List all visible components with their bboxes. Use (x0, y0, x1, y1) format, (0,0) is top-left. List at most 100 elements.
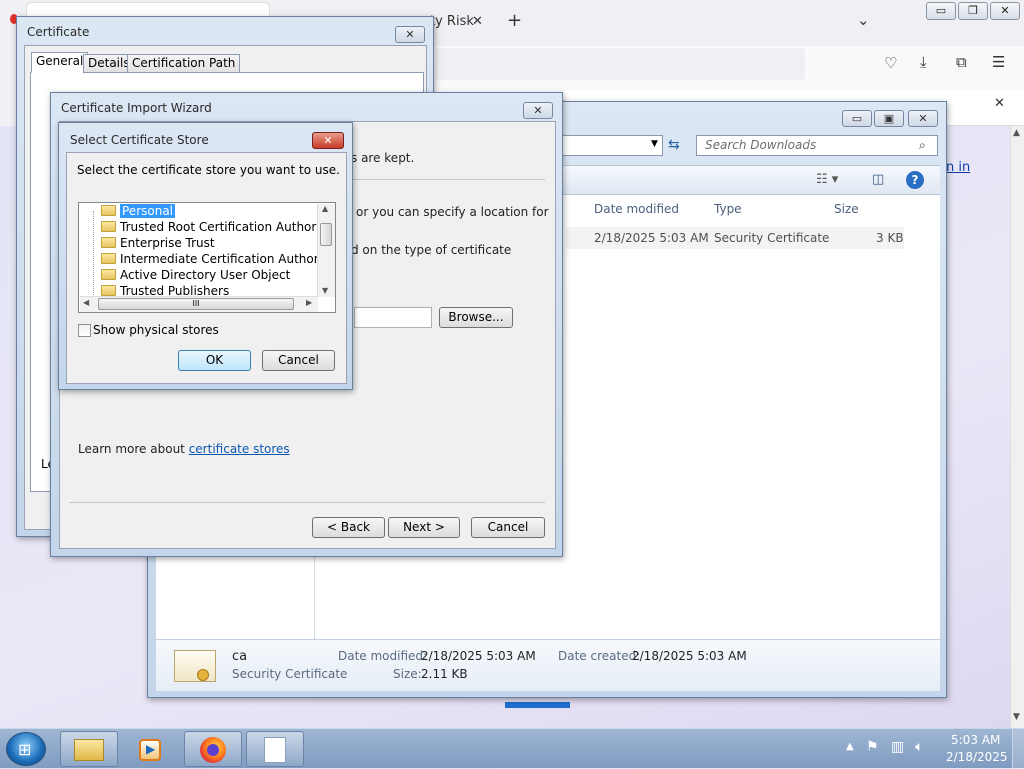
seal-icon (197, 669, 209, 681)
tab-certification-path[interactable]: Certification Path (127, 54, 241, 73)
store-item-enterprise-trust[interactable]: Enterprise Trust (101, 236, 215, 252)
view-options-icon[interactable]: ☷ ▾ (816, 172, 838, 187)
column-date-modified[interactable]: Date modified (594, 202, 679, 216)
back-button[interactable]: < Back (312, 517, 385, 538)
scroll-down-icon[interactable]: ▼ (1013, 712, 1020, 722)
scroll-thumb[interactable]: III (98, 298, 294, 310)
tree-horizontal-scrollbar[interactable]: ◀ III ▶ (80, 296, 318, 312)
details-pane: ca Security Certificate Date modified: 2… (156, 639, 940, 691)
store-item-label: Active Directory User Object (120, 268, 291, 282)
show-hidden-icons[interactable]: ▲ (846, 741, 854, 752)
store-tree[interactable]: Personal Trusted Root Certification Auth… (78, 202, 336, 313)
help-icon[interactable]: ? (906, 171, 924, 189)
certificate-file-icon (174, 650, 216, 682)
scroll-thumb[interactable] (320, 223, 332, 246)
minimize-button[interactable]: ▭ (926, 2, 956, 20)
close-icon: ✕ (918, 112, 928, 125)
folder-icon (101, 285, 116, 296)
file-type: Security Certificate (714, 231, 830, 245)
column-type[interactable]: Type (714, 202, 742, 216)
chevron-down-icon[interactable]: ▼ (651, 139, 658, 149)
pocket-icon[interactable]: ♡ (884, 56, 897, 71)
wizard-close-button[interactable]: ✕ (523, 102, 553, 119)
next-button-label: Next > (403, 520, 445, 534)
store-item-intermediate[interactable]: Intermediate Certification Authorities (101, 252, 335, 268)
learn-more-label: Learn more about (78, 442, 189, 456)
scroll-up-icon[interactable]: ▲ (1013, 128, 1020, 138)
start-button[interactable]: ⊞ (6, 732, 46, 766)
explorer-maximize-button[interactable]: ▣ (874, 110, 904, 127)
column-size[interactable]: Size (834, 202, 859, 216)
store-item-active-directory[interactable]: Active Directory User Object (101, 268, 290, 284)
tree-vertical-scrollbar[interactable]: ▲ ▼ (317, 204, 335, 297)
details-size-label: Size: (393, 667, 422, 681)
preview-pane-icon[interactable]: ◫ (872, 172, 884, 187)
scroll-up-icon[interactable]: ▲ (322, 204, 328, 213)
close-icon: ✕ (533, 104, 543, 117)
tab-list-icon[interactable]: ⌄ (857, 13, 870, 28)
taskbar-firefox[interactable] (184, 731, 242, 767)
wizard-text-specify: or you can specify a location for (356, 205, 549, 219)
clock-date[interactable]: 2/18/2025 (946, 750, 1008, 764)
scroll-down-icon[interactable]: ▼ (322, 286, 328, 295)
url-bar[interactable] (435, 48, 805, 80)
store-cancel-button[interactable]: Cancel (262, 350, 335, 371)
maximize-icon: ▣ (883, 112, 895, 125)
volume-muted-icon[interactable]: 🔈︎ (915, 739, 923, 755)
explorer-minimize-button[interactable]: ▭ (842, 110, 872, 127)
taskbar-document[interactable] (246, 731, 304, 767)
minimize-icon: ▭ (935, 4, 947, 17)
wizard-cancel-button[interactable]: Cancel (471, 517, 545, 538)
sign-in-link[interactable]: n in (946, 160, 970, 175)
next-button[interactable]: Next > (388, 517, 460, 538)
tab-details-label: Details (88, 56, 130, 70)
clock-time[interactable]: 5:03 AM (951, 733, 1000, 747)
refresh-icon[interactable]: ⇆ (668, 137, 680, 153)
search-input[interactable]: Search Downloads ⌕ (696, 135, 938, 156)
file-size: 3 KB (876, 231, 904, 245)
downloads-icon[interactable]: ⤓ (920, 55, 927, 70)
close-tab-icon[interactable]: ✕ (472, 15, 483, 28)
restore-button[interactable]: ❐ (958, 2, 988, 20)
tab-title[interactable]: ty Risk (430, 14, 474, 29)
certificate-close-button[interactable]: ✕ (395, 26, 425, 43)
store-item-personal[interactable]: Personal (101, 204, 176, 220)
restore-icon: ❐ (968, 4, 978, 17)
select-store-dialog: Select Certificate Store ✕ Select the ce… (58, 122, 353, 390)
explorer-close-button[interactable]: ✕ (908, 110, 938, 127)
search-placeholder: Search Downloads (705, 138, 817, 152)
scroll-left-icon[interactable]: ◀ (83, 298, 89, 307)
browse-button[interactable]: Browse... (439, 307, 513, 328)
action-center-flag-icon[interactable]: ⚑ (866, 739, 879, 755)
page-scrollbar[interactable]: ▲ ▼ (1010, 126, 1024, 728)
show-physical-checkbox[interactable] (78, 324, 91, 337)
tab-general[interactable]: General (31, 52, 89, 73)
new-tab-icon[interactable]: + (507, 12, 522, 30)
folder-icon (101, 221, 116, 232)
close-icon: ✕ (405, 28, 415, 41)
scroll-right-icon[interactable]: ▶ (306, 298, 312, 307)
store-cancel-label: Cancel (278, 353, 319, 367)
network-icon[interactable]: ▥ (891, 739, 904, 755)
show-desktop-button[interactable] (1012, 729, 1024, 769)
menu-icon[interactable]: ☰ (992, 55, 1005, 70)
details-created-label: Date created: (558, 649, 641, 663)
show-physical-label[interactable]: Show physical stores (93, 323, 219, 337)
store-dialog-close-button[interactable]: ✕ (312, 132, 344, 149)
address-bar[interactable]: ▼ (558, 135, 663, 156)
progress-indicator (505, 702, 570, 708)
store-item-label: Personal (120, 204, 176, 218)
details-size-value: 2.11 KB (421, 667, 468, 681)
folder-icon (101, 269, 116, 280)
certificate-stores-link[interactable]: certificate stores (189, 442, 290, 456)
store-item-trusted-root[interactable]: Trusted Root Certification Authorities (101, 220, 335, 236)
ok-button[interactable]: OK (178, 350, 251, 371)
notification-close-icon[interactable]: ✕ (994, 97, 1005, 110)
file-date: 2/18/2025 5:03 AM (594, 231, 709, 245)
taskbar-media-player[interactable]: ▶ (122, 731, 180, 767)
extensions-icon[interactable]: ⧉ (956, 55, 967, 70)
wizard-text-type: d on the type of certificate (351, 243, 512, 257)
close-button[interactable]: ✕ (990, 2, 1020, 20)
store-path-field[interactable] (354, 307, 432, 328)
taskbar-explorer[interactable] (60, 731, 118, 767)
